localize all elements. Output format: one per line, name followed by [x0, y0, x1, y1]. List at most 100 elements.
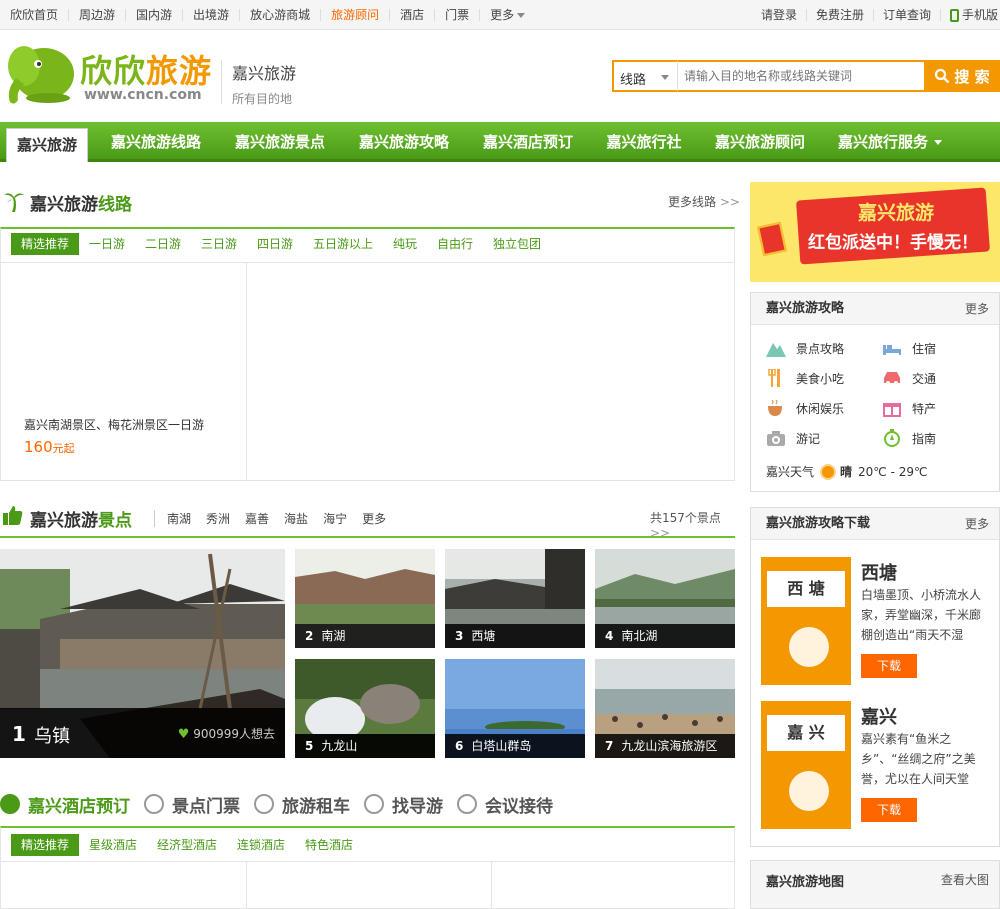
- order-query-link[interactable]: 订单查询: [874, 9, 941, 21]
- service-tabs: 嘉兴酒店预订 景点门票 旅游租车 找导游 会议接待: [0, 790, 567, 818]
- top-nav-advisor[interactable]: 旅游顾问: [321, 9, 391, 21]
- hotel-tab-star[interactable]: 星级酒店: [89, 834, 137, 856]
- main-nav-home[interactable]: 嘉兴旅游: [6, 128, 88, 162]
- service-tab-car[interactable]: 旅游租车: [254, 792, 350, 817]
- routes-tab-1day[interactable]: 一日游: [89, 233, 125, 255]
- service-tab-ticket[interactable]: 景点门票: [144, 792, 240, 817]
- routes-tab-pure[interactable]: 纯玩: [393, 233, 417, 255]
- scenic-rank: 2: [305, 629, 314, 643]
- service-tab-meeting[interactable]: 会议接待: [457, 792, 553, 817]
- scenic-item-nanhu[interactable]: 2 南湖: [295, 549, 435, 648]
- guide-more-link[interactable]: 更多: [965, 293, 989, 325]
- register-link[interactable]: 免费注册: [807, 9, 874, 21]
- scenic-item-xitang[interactable]: 3 西塘: [445, 549, 585, 648]
- scenic-item-wuzhen[interactable]: 1 乌镇 ♥ 900999人想去: [0, 549, 285, 758]
- top-nav-ticket[interactable]: 门票: [435, 9, 481, 21]
- hotel-tab-special[interactable]: 特色酒店: [305, 834, 353, 856]
- guide-item-label: 美食小吃: [796, 371, 845, 386]
- login-link[interactable]: 请登录: [752, 9, 807, 21]
- mobile-link[interactable]: 手机版: [941, 8, 1000, 22]
- guide-box: 嘉兴旅游攻略 更多 景点攻略 住宿 美食小吃 交通 休闲娱乐 特产 游记 指南 嘉…: [750, 292, 1000, 492]
- search-button[interactable]: 搜 索: [924, 60, 1000, 92]
- want-count-label: 900999人想去: [193, 727, 275, 741]
- guide-item-leisure[interactable]: 休闲娱乐: [766, 397, 844, 419]
- scenic-name: 白塔山群岛: [471, 739, 532, 753]
- search-input[interactable]: [678, 60, 924, 92]
- meeting-icon: [457, 794, 477, 814]
- scenic-link-more[interactable]: 更多: [362, 510, 386, 527]
- guide-item-notes[interactable]: 游记: [766, 427, 820, 449]
- guide-item-food[interactable]: 美食小吃: [766, 367, 844, 389]
- service-tab-guide[interactable]: 找导游: [364, 792, 443, 817]
- hotel-tab-budget[interactable]: 经济型酒店: [157, 834, 217, 856]
- banner-title: 嘉兴旅游: [858, 202, 935, 224]
- top-nav-home[interactable]: 欣欣首页: [0, 9, 70, 21]
- top-nav-nearby[interactable]: 周边游: [69, 9, 127, 21]
- weather-temp: 20℃ - 29℃: [858, 464, 928, 479]
- all-destinations-link[interactable]: 所有目的地: [232, 90, 296, 107]
- routes-tab-5day[interactable]: 五日游以上: [313, 233, 373, 255]
- guide-book-cover[interactable]: 西 塘: [761, 557, 851, 685]
- guide-item-traffic[interactable]: 交通: [882, 367, 936, 389]
- top-nav-more[interactable]: 更多: [480, 9, 535, 21]
- scenic-caption: 5 九龙山: [295, 734, 435, 758]
- main-nav-guide[interactable]: 嘉兴旅游攻略: [350, 122, 458, 162]
- main-nav-routes[interactable]: 嘉兴旅游线路: [102, 122, 210, 162]
- scenic-link-xiuzhou[interactable]: 秀洲: [206, 510, 230, 527]
- routes-tab-3day[interactable]: 三日游: [201, 233, 237, 255]
- scenic-name: 南北湖: [621, 629, 658, 643]
- main-nav-service[interactable]: 嘉兴旅行服务: [830, 122, 950, 162]
- main-nav-scenic[interactable]: 嘉兴旅游景点: [226, 122, 334, 162]
- scenic-item-jiulongshan-beach[interactable]: 7 九龙山滨海旅游区: [595, 659, 735, 758]
- download-more-link[interactable]: 更多: [965, 508, 989, 540]
- guide-item-scenic[interactable]: 景点攻略: [766, 337, 844, 359]
- more-routes-link[interactable]: 更多线路 >>: [668, 193, 740, 210]
- top-nav-outbound[interactable]: 出境游: [183, 9, 241, 21]
- download-title[interactable]: 嘉兴: [861, 703, 897, 729]
- hotel-tab-featured[interactable]: 精选推荐: [11, 834, 80, 856]
- hotel-icon: [0, 794, 20, 814]
- scenic-item-baitashan[interactable]: 6 白塔山群岛: [445, 659, 585, 758]
- routes-tab-2day[interactable]: 二日游: [145, 233, 181, 255]
- main-nav-agency[interactable]: 嘉兴旅行社: [598, 122, 690, 162]
- top-nav-hotel[interactable]: 酒店: [390, 9, 436, 21]
- route-item-name[interactable]: 嘉兴南湖景区、梅花洲景区一日游: [24, 416, 204, 433]
- service-tab-hotel[interactable]: 嘉兴酒店预订: [0, 792, 130, 817]
- red-envelope-icon: [757, 221, 787, 257]
- scenic-title-a: 嘉兴旅游: [30, 511, 98, 531]
- logo-text[interactable]: 欣欣旅游: [80, 46, 212, 92]
- hotel-tab-chain[interactable]: 连锁酒店: [237, 834, 285, 856]
- top-nav-domestic[interactable]: 国内游: [126, 9, 184, 21]
- download-button[interactable]: 下载: [861, 654, 917, 678]
- double-chevron-right-icon: >>: [719, 195, 740, 209]
- guide-item-lodging[interactable]: 住宿: [882, 337, 936, 359]
- download-title[interactable]: 西塘: [861, 559, 897, 585]
- main-nav-hotel[interactable]: 嘉兴酒店预订: [474, 122, 582, 162]
- routes-tab-private[interactable]: 独立包团: [493, 233, 541, 255]
- car-icon: [884, 372, 900, 385]
- routes-tab-4day[interactable]: 四日游: [257, 233, 293, 255]
- main-nav-advisor[interactable]: 嘉兴旅游顾问: [706, 122, 814, 162]
- guide-item-tips[interactable]: 指南: [882, 427, 936, 449]
- scenic-link-haining[interactable]: 海宁: [323, 510, 347, 527]
- city-selector[interactable]: 嘉兴旅游 所有目的地: [221, 60, 296, 107]
- guide-book-cover[interactable]: 嘉 兴: [761, 701, 851, 829]
- top-nav-mall[interactable]: 放心游商城: [240, 9, 322, 21]
- scenic-link-jiashan[interactable]: 嘉善: [245, 510, 269, 527]
- routes-tab-free[interactable]: 自由行: [437, 233, 473, 255]
- scenic-item-nanbeihu[interactable]: 4 南北湖: [595, 549, 735, 648]
- scenic-link-nanhu[interactable]: 南湖: [167, 510, 191, 527]
- red-packet-banner[interactable]: 嘉兴旅游 红包派送中！手慢无！: [750, 182, 1000, 282]
- scenic-link-haiyan[interactable]: 海盐: [284, 510, 308, 527]
- download-box-title: 嘉兴旅游攻略下载: [766, 516, 871, 531]
- scenic-count-link[interactable]: 共157个景点 >>: [650, 509, 735, 540]
- logo-text-b: 旅游: [146, 52, 213, 90]
- elephant-logo-icon[interactable]: [2, 38, 80, 110]
- routes-tab-featured[interactable]: 精选推荐: [11, 233, 80, 255]
- download-button[interactable]: 下载: [861, 798, 917, 822]
- weather-label: 嘉兴天气: [766, 465, 815, 479]
- search-type-select[interactable]: 线路: [612, 60, 678, 92]
- scenic-item-jiulongshan[interactable]: 5 九龙山: [295, 659, 435, 758]
- view-map-link[interactable]: 查看大图: [941, 871, 989, 888]
- guide-item-specialty[interactable]: 特产: [882, 397, 936, 419]
